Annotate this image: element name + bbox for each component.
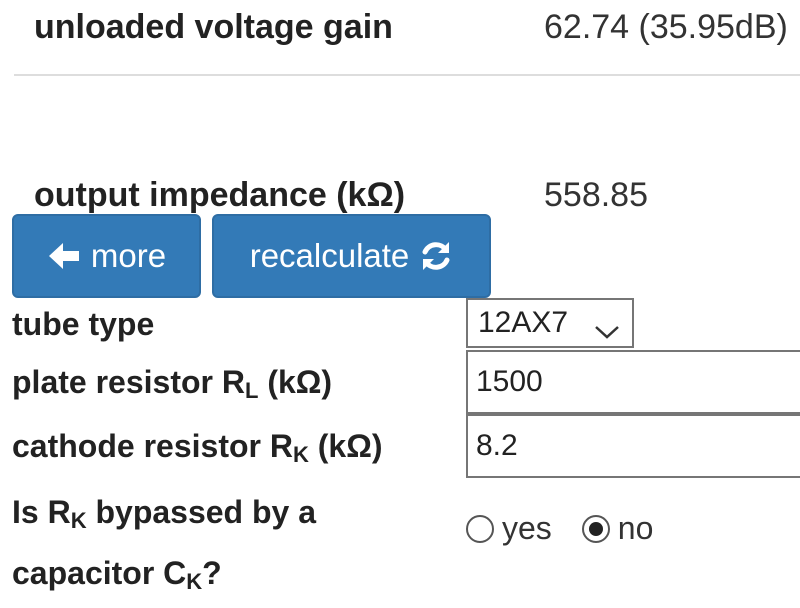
radio-yes[interactable] [466, 514, 494, 543]
tube-type-value: 12AX7 [478, 306, 569, 339]
impedance-label: output impedance (kΩ) [34, 176, 406, 214]
plate-resistor-input[interactable]: 1500 [466, 350, 800, 414]
radio-no-label: no [617, 510, 654, 546]
radio-option-no[interactable]: no [581, 510, 654, 547]
gain-label: unloaded voltage gain [34, 8, 393, 46]
radio-no[interactable] [581, 514, 610, 543]
cathode-resistor-input[interactable]: 8.2 [466, 414, 800, 478]
bypass-radio-group: yes no [466, 510, 683, 547]
results-table: unloaded voltage gain 62.74 (35.95dB) ou… [14, 0, 800, 214]
tube-type-label: tube type [12, 306, 155, 342]
radio-option-yes[interactable]: yes [466, 510, 552, 547]
gain-value: 62.74 (35.95dB) [544, 8, 788, 46]
impedance-value: 558.85 [544, 176, 648, 214]
more-button-label: more [90, 237, 167, 274]
refresh-icon [419, 239, 453, 273]
bypass-capacitor-label: Is RK bypassed by a capacitor CK? [12, 494, 317, 594]
arrow-left-icon [47, 241, 81, 271]
cathode-resistor-label: cathode resistor RK (kΩ) [12, 428, 383, 467]
recalculate-button-label: recalculate [249, 237, 410, 274]
plate-resistor-label: plate resistor RL (kΩ) [12, 364, 333, 403]
more-button[interactable]: more [12, 214, 201, 298]
tube-type-select[interactable]: 12AX7 [466, 298, 634, 348]
radio-yes-label: yes [502, 510, 552, 546]
result-row-impedance: output impedance (kΩ) 558.85 [14, 76, 800, 214]
result-row-gain: unloaded voltage gain 62.74 (35.95dB) [14, 0, 800, 76]
chevron-down-icon [594, 314, 620, 348]
recalculate-button[interactable]: recalculate [212, 214, 491, 298]
